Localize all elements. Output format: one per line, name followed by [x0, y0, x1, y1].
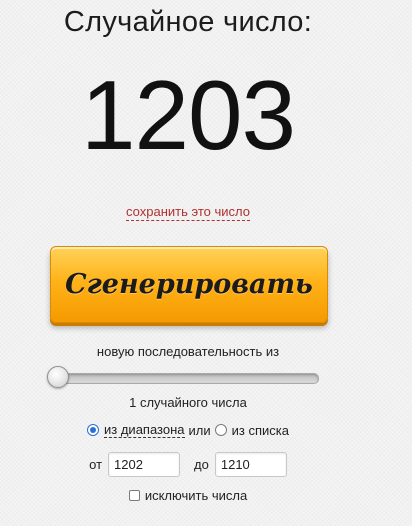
count-slider-track[interactable]	[49, 373, 319, 384]
page-title: Случайное число:	[63, 6, 313, 38]
count-slider-thumb[interactable]	[47, 366, 69, 388]
exclude-label[interactable]: исключить числа	[145, 488, 247, 503]
save-number-area: сохранить это число	[0, 204, 376, 221]
to-input[interactable]	[214, 452, 287, 477]
sequence-label: новую последовательность из	[96, 344, 280, 359]
or-label: или	[188, 422, 211, 438]
mode-selector: из диапазона или из списка	[0, 422, 376, 438]
from-input[interactable]	[108, 452, 181, 477]
range-mode-label[interactable]: из диапазона	[104, 422, 185, 438]
exclude-checkbox[interactable]	[128, 490, 140, 501]
save-number-link[interactable]: сохранить это число	[126, 204, 250, 221]
from-label: от	[89, 457, 103, 472]
range-inputs: от до	[0, 452, 376, 477]
list-radio[interactable]	[214, 424, 227, 436]
list-mode-label[interactable]: из списка	[232, 423, 289, 438]
count-label: 1 случайного числа	[129, 395, 247, 410]
exclude-option: исключить числа	[0, 488, 376, 503]
generate-button[interactable]: Сгенерировать	[50, 246, 328, 323]
to-label: до	[194, 457, 209, 472]
random-number-result: 1203	[80, 60, 296, 170]
range-radio[interactable]	[87, 424, 100, 436]
